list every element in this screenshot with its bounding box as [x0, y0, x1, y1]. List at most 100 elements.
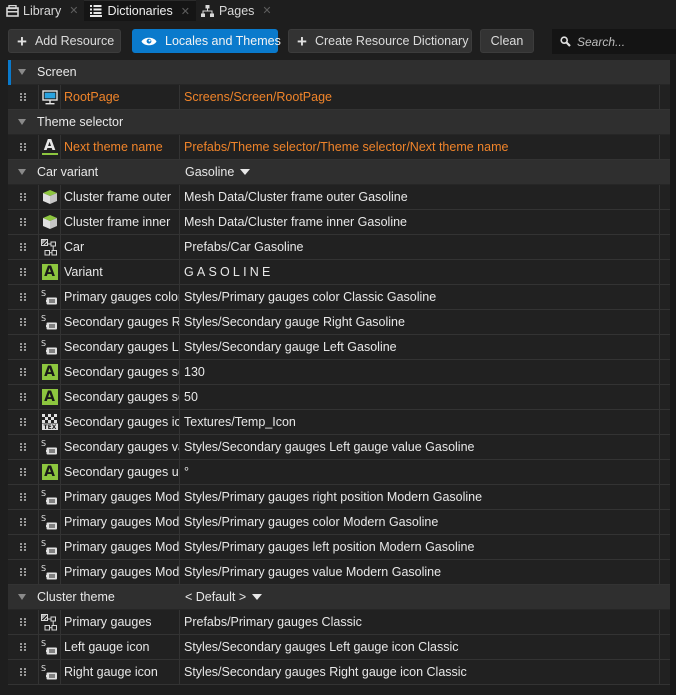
- resource-value[interactable]: Styles/Primary gauges right position Mod…: [180, 485, 660, 509]
- resource-value[interactable]: Styles/Secondary gauge Left Gasoline: [180, 335, 660, 359]
- resource-row[interactable]: Car Prefabs/Car Gasoline: [8, 235, 670, 260]
- resource-name[interactable]: Primary gauges Modern: [61, 535, 180, 559]
- group-header[interactable]: Cluster theme < Default >: [8, 585, 670, 610]
- collapse-arrow-icon[interactable]: [18, 169, 26, 175]
- drag-handle[interactable]: [8, 235, 39, 259]
- resource-name[interactable]: RootPage: [61, 85, 180, 109]
- resource-value[interactable]: Screens/Screen/RootPage: [180, 85, 660, 109]
- drag-handle[interactable]: [8, 210, 39, 234]
- drag-handle[interactable]: [8, 485, 39, 509]
- tab-dictionaries[interactable]: Dictionaries ✕: [84, 0, 196, 21]
- drag-handle[interactable]: [8, 185, 39, 209]
- tab-pages[interactable]: Pages ✕: [196, 0, 278, 21]
- resource-row[interactable]: Cluster frame outer Mesh Data/Cluster fr…: [8, 185, 670, 210]
- resource-name[interactable]: Primary gauges: [61, 610, 180, 634]
- drag-handle[interactable]: [8, 85, 39, 109]
- resource-value[interactable]: Styles/Secondary gauges Right gauge icon…: [180, 660, 660, 684]
- resource-name[interactable]: Secondary gauges scale: [61, 385, 180, 409]
- resource-value[interactable]: Styles/Primary gauges left position Mode…: [180, 535, 660, 559]
- resource-row[interactable]: S Left gauge icon Styles/Secondary gauge…: [8, 635, 670, 660]
- scrollbar[interactable]: [670, 60, 676, 695]
- drag-handle[interactable]: [8, 335, 39, 359]
- resource-row[interactable]: S Primary gauges color Styles/Primary ga…: [8, 285, 670, 310]
- collapse-arrow-icon[interactable]: [18, 594, 26, 600]
- collapse-arrow-icon[interactable]: [18, 69, 26, 75]
- search-input[interactable]: [577, 34, 667, 49]
- resource-value[interactable]: 50: [180, 385, 660, 409]
- resource-name[interactable]: Cluster frame inner: [61, 210, 180, 234]
- resource-value[interactable]: GASOLINE: [180, 260, 660, 284]
- resource-row[interactable]: S Right gauge icon Styles/Secondary gaug…: [8, 660, 670, 685]
- resource-name[interactable]: Left gauge icon: [61, 635, 180, 659]
- resource-row[interactable]: A Secondary gauges scale 50: [8, 385, 670, 410]
- drag-handle[interactable]: [8, 610, 39, 634]
- close-icon[interactable]: ✕: [181, 5, 190, 18]
- drag-handle[interactable]: [8, 535, 39, 559]
- collapse-arrow-icon[interactable]: [18, 119, 26, 125]
- resource-row[interactable]: A Secondary gauges unit °: [8, 460, 670, 485]
- resource-name[interactable]: Variant: [61, 260, 180, 284]
- create-resource-dictionary-button[interactable]: + Create Resource Dictionary: [288, 29, 472, 53]
- resource-row[interactable]: S Secondary gauges Left gauge Styles/Sec…: [8, 335, 670, 360]
- resource-row[interactable]: A Variant GASOLINE: [8, 260, 670, 285]
- drag-handle[interactable]: [8, 660, 39, 684]
- tab-library[interactable]: Library ✕: [0, 0, 84, 21]
- resource-value[interactable]: 130: [180, 360, 660, 384]
- resource-value[interactable]: Styles/Primary gauges color Classic Gaso…: [180, 285, 660, 309]
- drag-handle[interactable]: [8, 385, 39, 409]
- add-resource-button[interactable]: + Add Resource: [8, 29, 121, 53]
- variant-selector-dropdown[interactable]: < Default >: [185, 590, 263, 604]
- resource-name[interactable]: Primary gauges Modern: [61, 510, 180, 534]
- resource-row[interactable]: Cluster frame inner Mesh Data/Cluster fr…: [8, 210, 670, 235]
- resource-value[interactable]: Prefabs/Car Gasoline: [180, 235, 660, 259]
- resource-value[interactable]: °: [180, 460, 660, 484]
- resource-row[interactable]: S Primary gauges Modern Styles/Primary g…: [8, 560, 670, 585]
- resource-value[interactable]: Prefabs/Primary gauges Classic: [180, 610, 660, 634]
- clean-button[interactable]: Clean: [480, 29, 534, 53]
- resource-row[interactable]: S Primary gauges Modern Styles/Primary g…: [8, 510, 670, 535]
- resource-value[interactable]: Styles/Secondary gauges Left gauge icon …: [180, 635, 660, 659]
- resource-row[interactable]: S Primary gauges Modern Styles/Primary g…: [8, 485, 670, 510]
- drag-handle[interactable]: [8, 435, 39, 459]
- resource-name[interactable]: Primary gauges Modern: [61, 485, 180, 509]
- resource-value[interactable]: Styles/Primary gauges value Modern Gasol…: [180, 560, 660, 584]
- resource-value[interactable]: Mesh Data/Cluster frame inner Gasoline: [180, 210, 660, 234]
- resource-name[interactable]: Primary gauges Modern: [61, 560, 180, 584]
- resource-value[interactable]: Prefabs/Theme selector/Theme selector/Ne…: [180, 135, 660, 159]
- resource-value[interactable]: Styles/Secondary gauges Left gauge value…: [180, 435, 660, 459]
- resource-name[interactable]: Next theme name: [61, 135, 180, 159]
- resource-name[interactable]: Car: [61, 235, 180, 259]
- drag-handle[interactable]: [8, 135, 39, 159]
- resource-name[interactable]: Secondary gauges scale: [61, 360, 180, 384]
- resource-row[interactable]: S Primary gauges Modern Styles/Primary g…: [8, 535, 670, 560]
- resource-name[interactable]: Secondary gauges Left gauge: [61, 335, 180, 359]
- resource-value[interactable]: Styles/Secondary gauge Right Gasoline: [180, 310, 660, 334]
- resource-name[interactable]: Right gauge icon: [61, 660, 180, 684]
- resource-name[interactable]: Primary gauges color: [61, 285, 180, 309]
- drag-handle[interactable]: [8, 310, 39, 334]
- drag-handle[interactable]: [8, 560, 39, 584]
- drag-handle[interactable]: [8, 460, 39, 484]
- resource-name[interactable]: Secondary gauges value: [61, 435, 180, 459]
- group-header[interactable]: Theme selector: [8, 110, 670, 135]
- search-box[interactable]: [552, 29, 676, 54]
- group-header[interactable]: Car variant Gasoline: [8, 160, 670, 185]
- close-icon[interactable]: ✕: [262, 4, 271, 17]
- group-header[interactable]: Screen: [8, 60, 670, 85]
- locales-and-themes-button[interactable]: Locales and Themes: [132, 29, 281, 53]
- variant-selector-dropdown[interactable]: Gasoline: [185, 165, 251, 179]
- drag-handle[interactable]: [8, 410, 39, 434]
- resource-row[interactable]: A Next theme name Prefabs/Theme selector…: [8, 135, 670, 160]
- resource-row[interactable]: S Secondary gauges Right gauge Styles/Se…: [8, 310, 670, 335]
- resource-value[interactable]: Styles/Primary gauges color Modern Gasol…: [180, 510, 660, 534]
- resource-row[interactable]: TEX Secondary gauges icon Textures/Temp_…: [8, 410, 670, 435]
- resource-name[interactable]: Secondary gauges Right gauge: [61, 310, 180, 334]
- resource-row[interactable]: S Secondary gauges value Styles/Secondar…: [8, 435, 670, 460]
- resource-row[interactable]: RootPage Screens/Screen/RootPage: [8, 85, 670, 110]
- resource-value[interactable]: Textures/Temp_Icon: [180, 410, 660, 434]
- drag-handle[interactable]: [8, 360, 39, 384]
- resource-name[interactable]: Cluster frame outer: [61, 185, 180, 209]
- drag-handle[interactable]: [8, 285, 39, 309]
- resource-name[interactable]: Secondary gauges icon: [61, 410, 180, 434]
- drag-handle[interactable]: [8, 260, 39, 284]
